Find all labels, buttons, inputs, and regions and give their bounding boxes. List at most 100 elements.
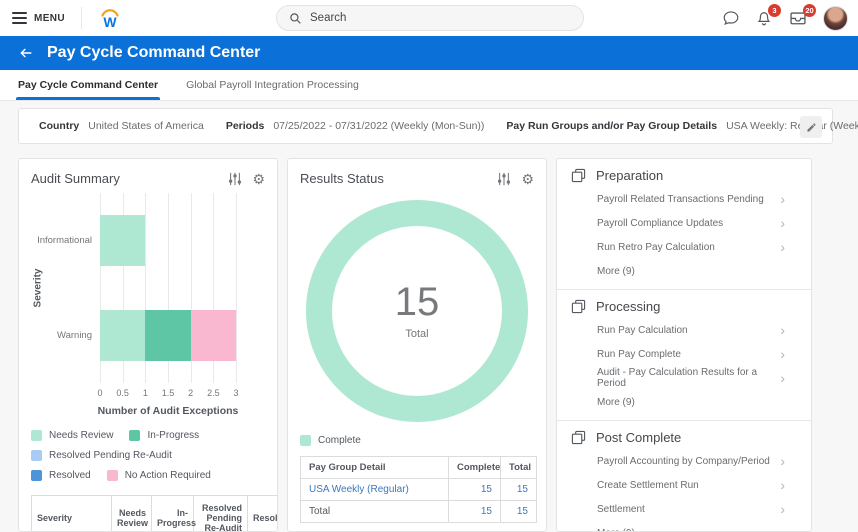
notifications-button[interactable]: 3 [755,4,781,27]
filter-label: Periods [225,120,265,132]
y-axis-label: Severity [32,268,44,308]
tab-label: Pay Cycle Command Center [18,79,159,91]
menu-button[interactable]: MENU [12,12,65,24]
filter-value: United States of America [88,120,204,132]
results-table-header-row: Pay Group Detail Complete Total [300,456,537,479]
column-header: Complete [448,456,501,479]
card-title: Results Status [300,171,384,186]
axis-tick-label: 1 [142,388,148,398]
pages-icon [571,168,586,182]
workday-logo[interactable]: W [98,7,122,30]
chevron-right-icon: › [780,346,785,362]
process-section-header: Processing [557,296,811,316]
filter-bar: Country United States of America Periods… [18,108,858,144]
y-axis: Severity [31,193,45,383]
process-section: Processing Run Pay Calculation › Run Pay Co… [557,289,811,420]
legend-label: Needs Review [49,430,114,441]
page-title: Pay Cycle Command Center [47,44,261,61]
legend-item: No Action Required [106,470,211,481]
results-legend: Complete [300,435,546,446]
process-link-item[interactable]: Audit - Pay Calculation Results for a Pe… [557,366,811,390]
process-link-item[interactable]: Create Settlement Run › [557,473,811,497]
legend-item: In-Progress [129,430,199,441]
back-button[interactable] [18,45,34,61]
table-row: Total 15 15 [300,500,537,523]
bar-segment [190,310,236,361]
process-link-item[interactable]: Run Pay Complete › [557,342,811,366]
results-donut-chart: 15 Total [288,200,546,422]
card-actions: ⚙ [228,172,265,186]
profile-avatar[interactable] [823,5,848,31]
process-link-item[interactable]: Payroll Accounting by Company/Period › [557,449,811,473]
process-link-item[interactable]: Run Retro Pay Calculation › [557,235,811,259]
edit-filters-button[interactable] [800,116,822,138]
process-link-item[interactable]: Run Pay Calculation › [557,318,811,342]
section-title: Processing [596,298,661,314]
item-label: Run Retro Pay Calculation [597,241,715,253]
tab-global-payroll-integration-processing[interactable]: Global Payroll Integration Processing [186,70,359,100]
legend-swatch [106,470,118,481]
more-link[interactable]: More (9) [557,259,811,283]
bar-segment [100,310,146,361]
table-link-cell[interactable]: 15 [448,478,501,501]
chart-settings-icon[interactable] [497,172,511,186]
axis-tick-label: 3 [233,388,239,398]
table-link-cell[interactable]: 15 [500,478,537,501]
divider [81,7,83,29]
workday-logo-icon: W [101,8,119,30]
search-bar[interactable] [276,5,584,31]
process-link-item[interactable]: Payroll Compliance Updates › [557,211,811,235]
filter-value: 07/25/2022 - 07/31/2022 (Weekly (Mon-Sun… [273,120,485,132]
more-link[interactable]: More (9) [557,521,811,532]
gear-icon[interactable]: ⚙ [521,172,534,186]
legend-label: Resolved Pending Re-Audit [49,450,172,461]
legend-swatch [31,450,42,461]
donut-total-label: Total [405,328,429,340]
notifications-badge: 3 [768,4,781,17]
audit-table: Severity Needs Review In-Progress Resolved … [31,495,277,531]
menu-label: MENU [34,12,66,24]
axis-category-label: Warning [56,330,92,341]
hamburger-icon [12,12,27,24]
more-link[interactable]: More (9) [557,390,811,414]
chevron-right-icon: › [780,477,785,493]
chart-settings-icon[interactable] [228,172,242,186]
process-link-item[interactable]: Payroll Related Transactions Pending › [557,187,811,211]
table-link-cell[interactable]: 15 [500,500,537,523]
search-input[interactable] [310,12,550,24]
process-link-item[interactable]: Settlement › [557,497,811,521]
legend-item: Needs Review [31,430,113,441]
axis-category-label: Informational [37,235,92,246]
item-label: Settlement [597,503,645,515]
column-header: Pay Group Detail [300,456,449,479]
axis-tick-label: 2.5 [207,388,220,398]
chevron-right-icon: › [780,191,785,207]
topbar-actions: 3 20 [722,0,848,36]
gear-icon[interactable]: ⚙ [252,172,265,186]
tab-pay-cycle-command-center[interactable]: Pay Cycle Command Center [15,70,161,100]
item-label: Run Pay Complete [597,348,681,360]
section-title: Preparation [596,167,664,183]
chat-button[interactable] [722,9,740,27]
filter-country: Country United States of America [39,120,204,132]
column-header: Total [500,456,537,479]
column-header: Needs Review [111,495,152,531]
back-arrow-icon [20,48,32,58]
table-link-cell[interactable]: 15 [448,500,501,523]
chevron-right-icon: › [780,453,785,469]
item-label: Run Pay Calculation [597,324,688,336]
axis-tick-label: 0 [97,388,103,398]
process-section-header: Preparation [557,165,811,185]
bar-segment [145,310,191,361]
inbox-button[interactable]: 20 [788,4,816,27]
item-label: Payroll Compliance Updates [597,217,724,229]
search-icon [290,12,301,24]
donut-total-value: 15 [394,280,440,324]
main-content: Audit Summary ⚙ Severity Informational Wa… [18,158,858,532]
legend-swatch [31,430,42,441]
bar-segment [100,215,146,266]
process-section-header: Post Complete [557,427,811,447]
results-donut: 15 Total [306,200,528,422]
table-link-cell[interactable]: USA Weekly (Regular) [300,478,449,501]
audit-x-ticks: 0 0.5 1 1.5 2 2.5 3 [97,388,239,400]
